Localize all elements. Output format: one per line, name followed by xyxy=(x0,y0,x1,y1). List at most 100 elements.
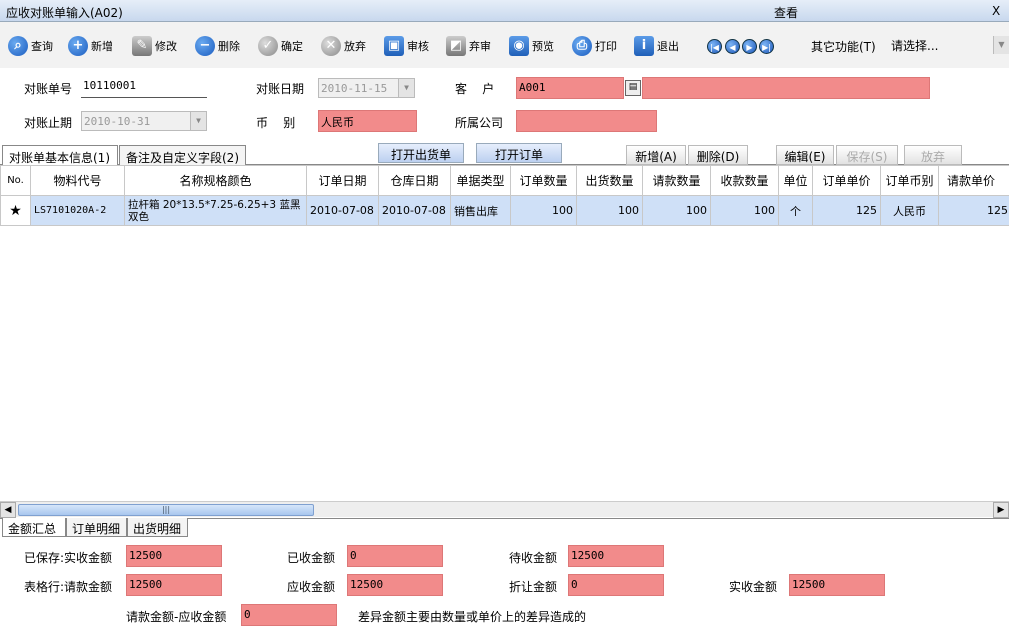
open-shipment-button[interactable]: 打开出货单 xyxy=(378,143,464,163)
other-functions-label: 其它功能(T) xyxy=(811,40,876,54)
print-icon: ⎙ xyxy=(572,36,592,56)
delete-button[interactable]: − 删除 xyxy=(195,34,240,58)
col-bill-qty[interactable]: 请款数量 xyxy=(642,165,711,196)
difference-note: 差异金额主要由数量或单价上的差异造成的 xyxy=(358,610,587,624)
customer-code-field[interactable]: A001 xyxy=(516,77,624,99)
col-order-price[interactable]: 订单单价 xyxy=(812,165,881,196)
currency-field[interactable]: 人民币 xyxy=(318,110,417,132)
cell-item-code[interactable]: LS7101020A-2 xyxy=(30,195,125,226)
add-button[interactable]: + 新增 xyxy=(68,34,113,58)
end-date-field[interactable]: 2010-10-31 ▼ xyxy=(81,111,207,131)
row-delete-button[interactable]: 删除(D) xyxy=(688,145,748,165)
difference-label: 请款金额-应收金额 xyxy=(126,610,227,624)
tab-amount-summary[interactable]: 金额汇总 xyxy=(2,518,66,537)
detail-grid: No. 物料代号 名称规格颜色 订单日期 仓库日期 单据类型 订单数量 出货数量… xyxy=(0,165,1009,226)
cell-warehouse-date[interactable]: 2010-07-08 xyxy=(378,195,451,226)
cell-order-qty[interactable]: 100 xyxy=(510,195,577,226)
chevron-down-icon: ▼ xyxy=(190,112,206,130)
grid-header-row: No. 物料代号 名称规格颜色 订单日期 仓库日期 单据类型 订单数量 出货数量… xyxy=(0,165,1009,196)
cell-unit[interactable]: 个 xyxy=(778,195,813,226)
cell-order-price[interactable]: 125 xyxy=(812,195,881,226)
tab-basic-info[interactable]: 对账单基本信息(1) xyxy=(2,145,118,165)
col-item-code[interactable]: 物料代号 xyxy=(30,165,125,196)
received-field[interactable]: 0 xyxy=(347,545,443,567)
difference-field[interactable]: 0 xyxy=(241,604,337,626)
statement-date-field[interactable]: 2010-11-15 ▼ xyxy=(318,78,415,98)
confirm-button[interactable]: ✓ 确定 xyxy=(258,34,303,58)
row-bill-label: 表格行:请款金额 xyxy=(24,580,113,594)
col-ship-qty[interactable]: 出货数量 xyxy=(576,165,643,196)
row-bill-field[interactable]: 12500 xyxy=(126,574,222,596)
col-order-qty[interactable]: 订单数量 xyxy=(510,165,577,196)
cell-ship-qty[interactable]: 100 xyxy=(576,195,643,226)
discount-field[interactable]: 0 xyxy=(568,574,664,596)
cell-name-spec[interactable]: 拉杆箱 20*13.5*7.25-6.25+3 蓝黑双色 xyxy=(124,195,307,226)
search-icon: ⌕ xyxy=(8,36,28,56)
audit-button[interactable]: ▣ 审核 xyxy=(384,34,429,58)
col-order-date[interactable]: 订单日期 xyxy=(306,165,379,196)
tab-order-detail[interactable]: 订单明细 xyxy=(66,518,127,537)
title-bar: 应收对账单输入(A02) 查看 X xyxy=(0,0,1009,22)
x-icon: ✕ xyxy=(321,36,341,56)
actual-received-field[interactable]: 12500 xyxy=(789,574,885,596)
cell-order-currency[interactable]: 人民币 xyxy=(880,195,939,226)
tab-remarks[interactable]: 备注及自定义字段(2) xyxy=(119,145,246,165)
currency-label: 币 别 xyxy=(256,116,296,130)
print-button[interactable]: ⎙ 打印 xyxy=(572,34,617,58)
prev-record-icon[interactable]: ◀ xyxy=(725,39,740,54)
row-add-button[interactable]: 新增(A) xyxy=(626,145,686,165)
query-button[interactable]: ⌕ 查询 xyxy=(8,34,53,58)
customer-name-field[interactable] xyxy=(642,77,930,99)
pending-label: 待收金额 xyxy=(509,551,558,565)
cell-bill-price[interactable]: 125 xyxy=(938,195,1009,226)
col-no[interactable]: No. xyxy=(0,165,31,196)
col-doc-type[interactable]: 单据类型 xyxy=(450,165,511,196)
col-bill-price[interactable]: 请款单价 xyxy=(938,165,1009,196)
col-order-currency[interactable]: 订单币别 xyxy=(880,165,939,196)
toolbar: ⌕ 查询 + 新增 ✎ 修改 − 删除 ✓ 确定 ✕ 放弃 ▣ 审核 ◩ 弃审 ◉ 预览 ⎙ 打印 … xyxy=(0,22,1009,68)
receivable-field[interactable]: 12500 xyxy=(347,574,443,596)
preview-button[interactable]: ◉ 预览 xyxy=(509,34,554,58)
cell-order-date[interactable]: 2010-07-08 xyxy=(306,195,379,226)
col-unit[interactable]: 单位 xyxy=(778,165,813,196)
end-date-label: 对账止期 xyxy=(24,116,73,130)
col-receive-qty[interactable]: 收款数量 xyxy=(710,165,779,196)
statement-no-field[interactable]: 10110001 xyxy=(81,76,207,98)
minus-icon: − xyxy=(195,36,215,56)
company-field[interactable] xyxy=(516,110,657,132)
col-warehouse-date[interactable]: 仓库日期 xyxy=(378,165,451,196)
check-icon: ✓ xyxy=(258,36,278,56)
preview-icon: ◉ xyxy=(509,36,529,56)
other-functions-select[interactable]: 请选择... ▼ xyxy=(888,34,1009,56)
cell-bill-qty[interactable]: 100 xyxy=(642,195,711,226)
save-button[interactable]: 保存(S) xyxy=(836,145,898,165)
first-record-icon[interactable]: |◀ xyxy=(707,39,722,54)
exit-button[interactable]: i 退出 xyxy=(634,34,679,58)
customer-label: 客 户 xyxy=(455,82,495,96)
scroll-right-icon[interactable]: ▶ xyxy=(993,502,1009,518)
last-record-icon[interactable]: ▶| xyxy=(759,39,774,54)
table-row[interactable]: ★ LS7101020A-2 拉杆箱 20*13.5*7.25-6.25+3 蓝… xyxy=(0,195,1009,226)
col-name-spec[interactable]: 名称规格颜色 xyxy=(124,165,307,196)
modify-button[interactable]: ✎ 修改 xyxy=(132,34,177,58)
scroll-left-icon[interactable]: ◀ xyxy=(0,502,16,518)
edit-button[interactable]: 编辑(E) xyxy=(776,145,834,165)
close-button[interactable]: X xyxy=(992,4,1000,18)
horizontal-scrollbar[interactable]: ◀ ||| ▶ xyxy=(0,501,1009,518)
next-record-icon[interactable]: ▶ xyxy=(742,39,757,54)
unaudit-button[interactable]: ◩ 弃审 xyxy=(446,34,491,58)
saved-received-field[interactable]: 12500 xyxy=(126,545,222,567)
scroll-thumb[interactable]: ||| xyxy=(18,504,314,516)
open-order-button[interactable]: 打开订单 xyxy=(476,143,562,163)
cell-receive-qty[interactable]: 100 xyxy=(710,195,779,226)
discard-row-button[interactable]: 放弃 xyxy=(904,145,962,165)
tab-shipment-detail[interactable]: 出货明细 xyxy=(127,518,188,537)
exit-icon: i xyxy=(634,36,654,56)
pending-field[interactable]: 12500 xyxy=(568,545,664,567)
cell-doc-type[interactable]: 销售出库 xyxy=(450,195,511,226)
discard-button[interactable]: ✕ 放弃 xyxy=(321,34,366,58)
company-label: 所属公司 xyxy=(455,116,504,130)
received-label: 已收金额 xyxy=(287,551,336,565)
discount-label: 折让金额 xyxy=(509,580,558,594)
lookup-icon[interactable]: ▤ xyxy=(625,80,641,96)
